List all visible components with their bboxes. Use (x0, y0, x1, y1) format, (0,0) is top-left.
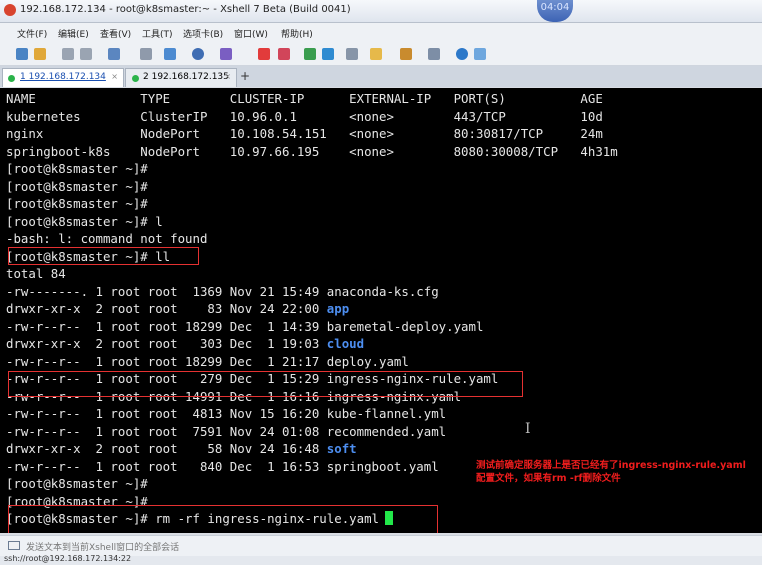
tab-close-icon[interactable]: × (224, 72, 231, 81)
terminal-line-text: nginx NodePort 10.108.54.151 <none> 80:3… (6, 126, 603, 141)
highlight-box-rm (8, 505, 438, 533)
tab-status-dot (8, 75, 15, 82)
terminal-line-text: NAME TYPE CLUSTER-IP EXTERNAL-IP PORT(S)… (6, 91, 603, 106)
terminal-line: -rw-------. 1 root root 1369 Nov 21 15:4… (6, 283, 439, 300)
terminal-line-text: drwxr-xr-x 2 root root 83 Nov 24 22:00 (6, 301, 327, 316)
terminal-line-text: -rw-r--r-- 1 root root 4813 Nov 15 16:20… (6, 406, 447, 421)
menu-help[interactable]: 帮助(H) (281, 27, 313, 40)
xshell-app-icon (4, 4, 16, 16)
terminal-line: -bash: l: command not found (6, 230, 207, 247)
terminal-line: springboot-k8s NodePort 10.97.66.195 <no… (6, 143, 618, 160)
fullscreen-icon[interactable] (304, 48, 316, 60)
terminal-line: -rw-r--r-- 1 root root 4813 Nov 15 16:20… (6, 405, 446, 422)
red-annotation: 测试前确定服务器上是否已经有了ingress-nginx-rule.yaml 配… (476, 459, 746, 485)
clock-badge: 04:04 (537, 0, 573, 22)
compose-bar-icon (8, 541, 20, 550)
xftp-icon[interactable] (258, 48, 270, 60)
menu-tools[interactable]: 工具(T) (142, 27, 173, 40)
lock-icon[interactable] (322, 48, 334, 60)
directory-name: cloud (326, 336, 365, 351)
status-connection-text: ssh://root@192.168.172.134:22 (4, 554, 132, 563)
terminal-line: nginx NodePort 10.108.54.151 <none> 80:3… (6, 125, 603, 142)
terminal-line-text: drwxr-xr-x 2 root root 303 Dec 1 19:03 (6, 336, 327, 351)
title-bar: 192.168.172.134 - root@k8smaster:~ - Xsh… (0, 0, 762, 23)
tab-label: 2 192.168.172.135 (143, 72, 229, 82)
terminal-line-text: drwxr-xr-x 2 root root 58 Nov 24 16:48 (6, 441, 327, 456)
menu-file[interactable]: 文件(F) (17, 27, 47, 40)
terminal-line: -rw-r--r-- 1 root root 18299 Dec 1 21:17… (6, 353, 409, 370)
terminal-line-text: [root@k8smaster ~]# (6, 178, 148, 194)
font-icon[interactable] (220, 48, 232, 60)
toolbar (0, 43, 762, 66)
terminal-line-text: -rw-r--r-- 1 root root 18299 Dec 1 14:39… (6, 318, 484, 334)
terminal-line: [root@k8smaster ~]# (6, 475, 148, 492)
chat-icon[interactable] (474, 48, 486, 60)
directory-name: soft (326, 441, 357, 456)
connect-icon[interactable] (62, 48, 74, 60)
terminal-screen[interactable]: NAME TYPE CLUSTER-IP EXTERNAL-IP PORT(S)… (0, 88, 762, 533)
xagent-icon[interactable] (278, 48, 290, 60)
disconnect-icon[interactable] (80, 48, 92, 60)
window-title: 192.168.172.134 - root@k8smaster:~ - Xsh… (20, 4, 351, 15)
terminal-line: [root@k8smaster ~]# (6, 195, 148, 212)
new-session-icon[interactable] (16, 48, 28, 60)
layout-icon[interactable] (428, 48, 440, 60)
highlight-box-ingress-rule (8, 371, 523, 397)
annotation-line-1: 测试前确定服务器上是否已经有了ingress-nginx-rule.yaml (476, 460, 746, 471)
open-folder-icon[interactable] (34, 48, 46, 60)
properties-icon[interactable] (108, 48, 120, 60)
terminal-line: drwxr-xr-x 2 root root 83 Nov 24 22:00 a… (6, 300, 349, 317)
menu-edit[interactable]: 编辑(E) (58, 27, 89, 40)
terminal-line-text: [root@k8smaster ~]# (6, 161, 148, 176)
compose-icon[interactable] (164, 48, 176, 60)
terminal-line-text: -bash: l: command not found (6, 231, 208, 246)
terminal-line-text: kubernetes ClusterIP 10.96.0.1 <none> 44… (6, 108, 603, 124)
help-icon[interactable] (456, 48, 468, 60)
tab-label: 1 192.168.172.134 (20, 72, 106, 82)
search-icon[interactable] (140, 48, 152, 60)
terminal-line-text: -rw-------. 1 root root 1369 Nov 21 15:4… (6, 283, 439, 299)
add-tab-button[interactable]: + (240, 69, 250, 83)
terminal-line: [root@k8smaster ~]# (6, 160, 148, 177)
session-tab-bar: 2 192.168.172.135 × 1 192.168.172.134 × … (0, 66, 762, 87)
terminal-line-text: -rw-r--r-- 1 root root 840 Dec 1 16:53 s… (6, 458, 439, 474)
tab-status-dot (132, 75, 139, 82)
highlight-box-ll (8, 247, 199, 265)
keyboard-icon[interactable] (346, 48, 358, 60)
globe-icon[interactable] (192, 48, 204, 60)
terminal-line: -rw-r--r-- 1 root root 7591 Nov 24 01:08… (6, 423, 446, 440)
menu-bar: 文件(F) 编辑(E) 查看(V) 工具(T) 选项卡(B) 窗口(W) 帮助(… (0, 23, 762, 43)
terminal-line: -rw-r--r-- 1 root root 840 Dec 1 16:53 s… (6, 458, 439, 475)
text-cursor-ibeam: I (525, 421, 531, 437)
terminal-line-text: [root@k8smaster ~]# (6, 196, 148, 211)
tab-session-1[interactable]: 1 192.168.172.134 × (2, 68, 124, 87)
menu-tabs[interactable]: 选项卡(B) (183, 27, 223, 40)
terminal-line: drwxr-xr-x 2 root root 303 Dec 1 19:03 c… (6, 335, 364, 352)
tab-close-icon[interactable]: × (111, 72, 118, 81)
terminal-line: [root@k8smaster ~]# l (6, 213, 163, 230)
status-bar: ssh://root@192.168.172.134:22 (0, 554, 762, 565)
annotation-line-2: 配置文件，如果有rm -rf删除文件 (476, 473, 621, 484)
menu-window[interactable]: 窗口(W) (234, 27, 268, 40)
terminal-line-text: -rw-r--r-- 1 root root 18299 Dec 1 21:17… (6, 353, 409, 369)
terminal-line-text: -rw-r--r-- 1 root root 7591 Nov 24 01:08… (6, 423, 447, 439)
terminal-line: -rw-r--r-- 1 root root 18299 Dec 1 14:39… (6, 318, 483, 335)
menu-view[interactable]: 查看(V) (100, 27, 131, 40)
terminal-line-text: [root@k8smaster ~]# (6, 476, 148, 491)
script-icon[interactable] (400, 48, 412, 60)
terminal-line: kubernetes ClusterIP 10.96.0.1 <none> 44… (6, 108, 603, 125)
terminal-line: total 84 (6, 265, 66, 282)
directory-name: app (326, 301, 350, 316)
terminal-line-text: springboot-k8s NodePort 10.97.66.195 <no… (6, 143, 618, 159)
terminal-line: NAME TYPE CLUSTER-IP EXTERNAL-IP PORT(S)… (6, 90, 603, 107)
terminal-line: [root@k8smaster ~]# (6, 178, 148, 195)
tab-session-2[interactable]: 2 192.168.172.135 × (125, 68, 237, 87)
terminal-line-text: total 84 (6, 266, 66, 281)
terminal-line: drwxr-xr-x 2 root root 58 Nov 24 16:48 s… (6, 440, 357, 457)
terminal-line-text: [root@k8smaster ~]# l (6, 213, 163, 229)
highlight-icon[interactable] (370, 48, 382, 60)
compose-input-placeholder[interactable]: 发送文本到当前Xshell窗口的全部会话 (26, 540, 179, 553)
compose-bar[interactable]: 发送文本到当前Xshell窗口的全部会话 (0, 535, 762, 556)
